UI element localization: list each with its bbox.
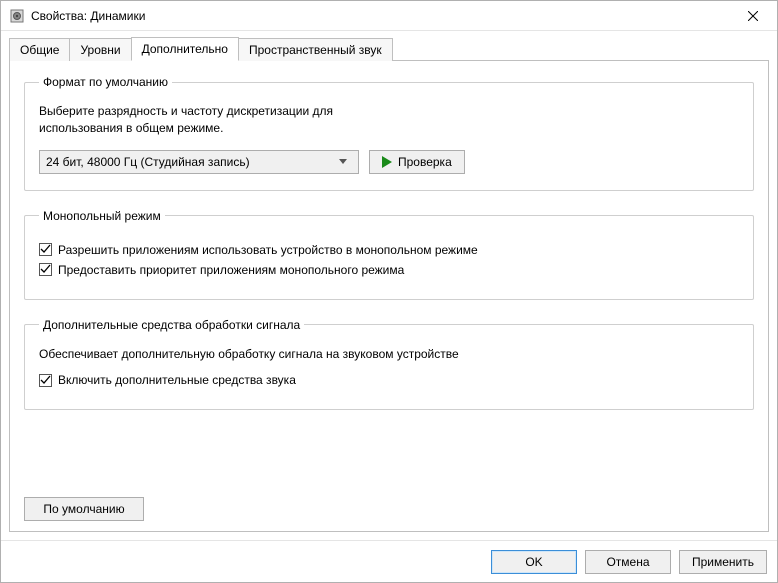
group-exclusive-mode: Монопольный режим Разрешить приложениям …: [24, 209, 754, 300]
tab-advanced[interactable]: Дополнительно: [131, 37, 239, 61]
tab-panel-advanced: Формат по умолчанию Выберите разрядность…: [9, 60, 769, 532]
titlebar: Свойства: Динамики: [1, 1, 777, 31]
checkbox-label: Включить дополнительные средства звука: [58, 373, 296, 387]
dialog-footer: OK Отмена Применить: [1, 540, 777, 582]
group-legend: Монопольный режим: [39, 209, 165, 223]
play-icon: [382, 156, 392, 168]
close-button[interactable]: [733, 2, 773, 30]
ok-button[interactable]: OK: [491, 550, 577, 574]
format-select-value: 24 бит, 48000 Гц (Студийная запись): [46, 155, 334, 169]
checkmark-icon: [39, 263, 52, 276]
close-icon: [748, 11, 758, 21]
group-legend: Формат по умолчанию: [39, 75, 172, 89]
button-label: Применить: [692, 555, 754, 569]
checkbox-label: Предоставить приоритет приложениям моноп…: [58, 263, 404, 277]
tab-label: Пространственный звук: [249, 43, 382, 57]
button-label: OK: [525, 555, 542, 569]
checkmark-icon: [39, 243, 52, 256]
button-label: По умолчанию: [43, 502, 124, 516]
group-default-format: Формат по умолчанию Выберите разрядность…: [24, 75, 754, 191]
content-area: Общие Уровни Дополнительно Пространствен…: [1, 31, 777, 540]
checkbox-label: Разрешить приложениям использовать устро…: [58, 243, 478, 257]
cancel-button[interactable]: Отмена: [585, 550, 671, 574]
button-label: Отмена: [606, 555, 649, 569]
group-enhancements: Дополнительные средства обработки сигнал…: [24, 318, 754, 410]
group-legend: Дополнительные средства обработки сигнал…: [39, 318, 304, 332]
tab-strip: Общие Уровни Дополнительно Пространствен…: [9, 37, 769, 61]
chevron-down-icon: [334, 151, 352, 173]
default-format-description: Выберите разрядность и частоту дискретиз…: [39, 103, 399, 138]
test-button-label: Проверка: [398, 155, 452, 169]
format-select[interactable]: 24 бит, 48000 Гц (Студийная запись): [39, 150, 359, 174]
test-button[interactable]: Проверка: [369, 150, 465, 174]
tab-general[interactable]: Общие: [9, 38, 70, 61]
apply-button[interactable]: Применить: [679, 550, 767, 574]
speaker-icon: [9, 8, 25, 24]
enhancements-description: Обеспечивает дополнительную обработку си…: [39, 346, 739, 363]
tab-spatial-sound[interactable]: Пространственный звук: [238, 38, 393, 61]
window-frame: Свойства: Динамики Общие Уровни Дополнит…: [0, 0, 778, 583]
tab-label: Уровни: [80, 43, 120, 57]
tab-label: Общие: [20, 43, 59, 57]
tab-label: Дополнительно: [142, 42, 228, 56]
checkbox-exclusive-priority[interactable]: Предоставить приоритет приложениям моноп…: [39, 263, 739, 277]
checkbox-enable-enhancements[interactable]: Включить дополнительные средства звука: [39, 373, 739, 387]
tab-levels[interactable]: Уровни: [69, 38, 131, 61]
window-title: Свойства: Динамики: [31, 9, 733, 23]
checkmark-icon: [39, 374, 52, 387]
checkbox-allow-exclusive[interactable]: Разрешить приложениям использовать устро…: [39, 243, 739, 257]
restore-defaults-button[interactable]: По умолчанию: [24, 497, 144, 521]
